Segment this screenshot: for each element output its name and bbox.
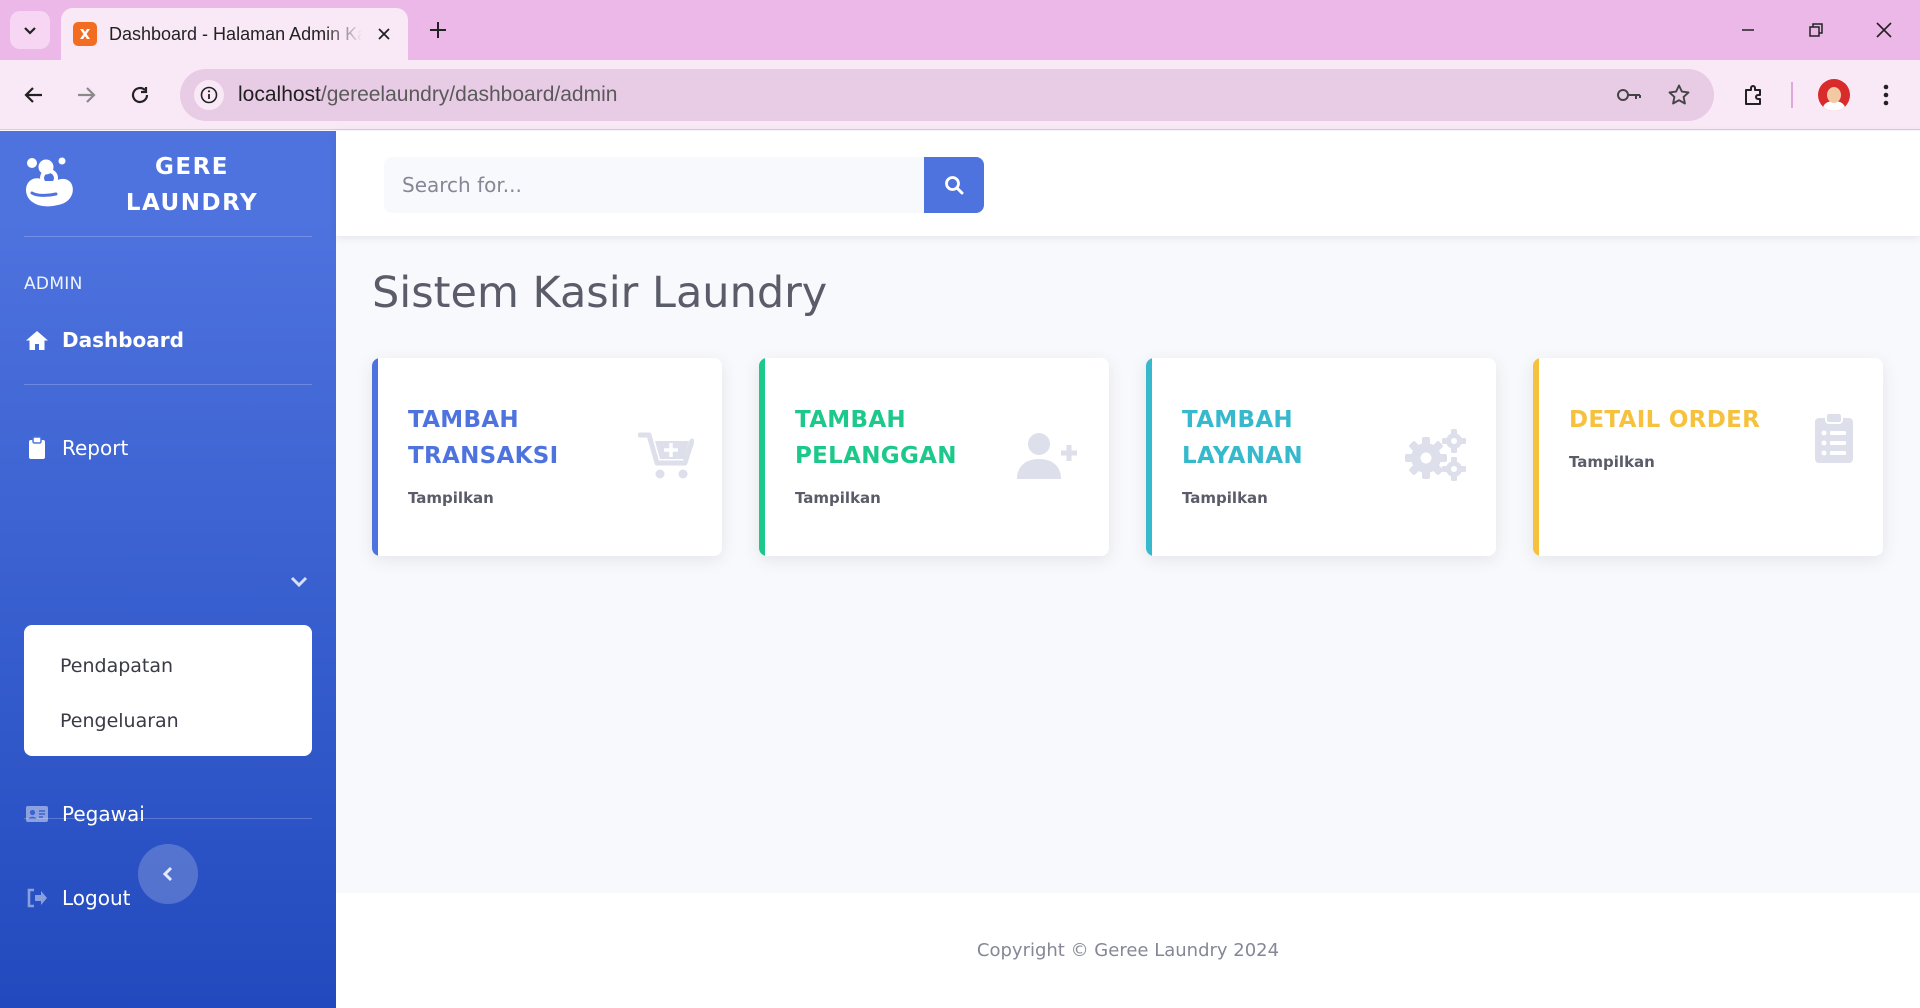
card-tambah-layanan[interactable]: TAMBAH LAYANAN Tampilkan	[1146, 358, 1496, 556]
cogs-icon	[1405, 429, 1466, 481]
topbar	[336, 131, 1920, 236]
arrow-left-icon	[24, 87, 42, 103]
sidebar-divider	[24, 818, 312, 819]
restore-button[interactable]	[1794, 10, 1838, 50]
chevron-left-icon	[162, 866, 173, 882]
card-accent-bar	[759, 358, 765, 556]
restore-icon	[1809, 23, 1823, 37]
sidebar-item-label: Pegawai	[62, 802, 145, 826]
sidebar-toggle-button[interactable]	[138, 844, 198, 904]
card-accent-bar	[372, 358, 378, 556]
chevron-down-icon[interactable]	[290, 575, 308, 589]
footer: Copyright © Geree Laundry 2024	[336, 893, 1920, 1008]
card-link-tampilkan[interactable]: Tampilkan	[408, 489, 494, 507]
close-icon	[1876, 22, 1892, 38]
sidebar-item-dashboard[interactable]: Dashboard	[24, 328, 184, 352]
sign-out-icon	[24, 886, 50, 910]
submenu-item-pengeluaran[interactable]: Pengeluaran	[60, 710, 179, 732]
sidebar-item-label: Report	[62, 436, 129, 460]
browser-menu-button[interactable]	[1866, 75, 1906, 115]
sidebar-item-logout[interactable]: Logout	[24, 886, 130, 910]
browser-tab-bar: Dashboard - Halaman Admin Kasir Laundry	[0, 0, 1920, 60]
page-title: Sistem Kasir Laundry	[372, 268, 828, 318]
url-text: localhost/gereelaundry/dashboard/admin	[238, 83, 618, 106]
tab-title: Dashboard - Halaman Admin Kasir Laundry	[109, 23, 362, 44]
copyright-text: Copyright © Geree Laundry 2024	[976, 940, 1280, 961]
sidebar-item-pegawai[interactable]: Pegawai	[24, 802, 145, 826]
card-tambah-pelanggan[interactable]: TAMBAH PELANGGAN Tampilkan	[759, 358, 1109, 556]
password-key-icon[interactable]	[1614, 80, 1644, 110]
extensions-button[interactable]	[1734, 75, 1774, 115]
puzzle-icon	[1745, 85, 1761, 105]
card-link-tampilkan[interactable]: Tampilkan	[1569, 453, 1655, 471]
bookmark-star-icon[interactable]	[1664, 80, 1694, 110]
sidebar-divider	[24, 236, 312, 237]
card-accent-bar	[1533, 358, 1539, 556]
sidebar-heading: ADMIN	[24, 274, 83, 294]
search-input[interactable]	[384, 157, 924, 213]
search-button[interactable]	[924, 157, 984, 213]
soap-bubbles-logo-icon	[26, 157, 73, 207]
sidebar-item-label: Dashboard	[62, 328, 184, 352]
sidebar-item-label: Logout	[62, 886, 131, 910]
card-title: TAMBAH LAYANAN	[1182, 407, 1303, 469]
site-info-icon[interactable]	[194, 80, 224, 110]
browser-toolbar: localhost/gereelaundry/dashboard/admin	[0, 60, 1920, 130]
chevron-down-icon	[24, 27, 36, 35]
cart-plus-icon	[638, 432, 694, 479]
sidebar: GERE LAUNDRY ADMIN Dashboard Report Pend…	[0, 131, 336, 1008]
reload-button[interactable]	[120, 75, 160, 115]
minimize-button[interactable]	[1726, 10, 1770, 50]
brand-name: GERE LAUNDRY	[125, 154, 259, 216]
minimize-icon	[1742, 29, 1754, 31]
submenu-item-pendapatan[interactable]: Pendapatan	[60, 655, 173, 677]
forward-button[interactable]	[66, 75, 106, 115]
plus-icon	[430, 22, 446, 38]
card-accent-bar	[1146, 358, 1152, 556]
close-window-button[interactable]	[1862, 10, 1906, 50]
tab-close-icon[interactable]	[372, 22, 396, 46]
search-form	[384, 157, 984, 213]
clipboard-list-icon	[1815, 413, 1853, 463]
card-title: TAMBAH TRANSAKSI	[408, 407, 559, 469]
reload-icon	[131, 86, 149, 104]
browser-tab[interactable]: Dashboard - Halaman Admin Kasir Laundry	[61, 8, 408, 60]
arrow-right-icon	[78, 87, 96, 103]
tab-search-button[interactable]	[10, 11, 50, 49]
user-plus-icon	[1017, 433, 1077, 479]
kebab-menu-icon	[1883, 84, 1889, 106]
sidebar-divider	[24, 384, 312, 385]
card-detail-order[interactable]: DETAIL ORDER Tampilkan	[1533, 358, 1883, 556]
card-link-tampilkan[interactable]: Tampilkan	[1182, 489, 1268, 507]
card-title: DETAIL ORDER	[1569, 407, 1761, 433]
toolbar-separator	[1791, 82, 1793, 108]
brand-link[interactable]: GERE LAUNDRY	[0, 131, 336, 236]
sidebar-item-report[interactable]: Report	[24, 436, 128, 460]
report-submenu: Pendapatan Pengeluaran	[24, 625, 312, 756]
card-title: TAMBAH PELANGGAN	[795, 407, 957, 469]
back-button[interactable]	[14, 75, 54, 115]
card-tambah-transaksi[interactable]: TAMBAH TRANSAKSI Tampilkan	[372, 358, 722, 556]
profile-avatar[interactable]	[1818, 79, 1850, 111]
id-card-icon	[24, 802, 50, 826]
card-link-tampilkan[interactable]: Tampilkan	[795, 489, 881, 507]
search-icon	[945, 176, 964, 195]
new-tab-button[interactable]	[422, 14, 454, 46]
address-bar[interactable]: localhost/gereelaundry/dashboard/admin	[180, 69, 1714, 121]
home-icon	[24, 328, 50, 352]
xampp-favicon-icon	[73, 22, 97, 46]
clipboard-icon	[24, 436, 50, 460]
